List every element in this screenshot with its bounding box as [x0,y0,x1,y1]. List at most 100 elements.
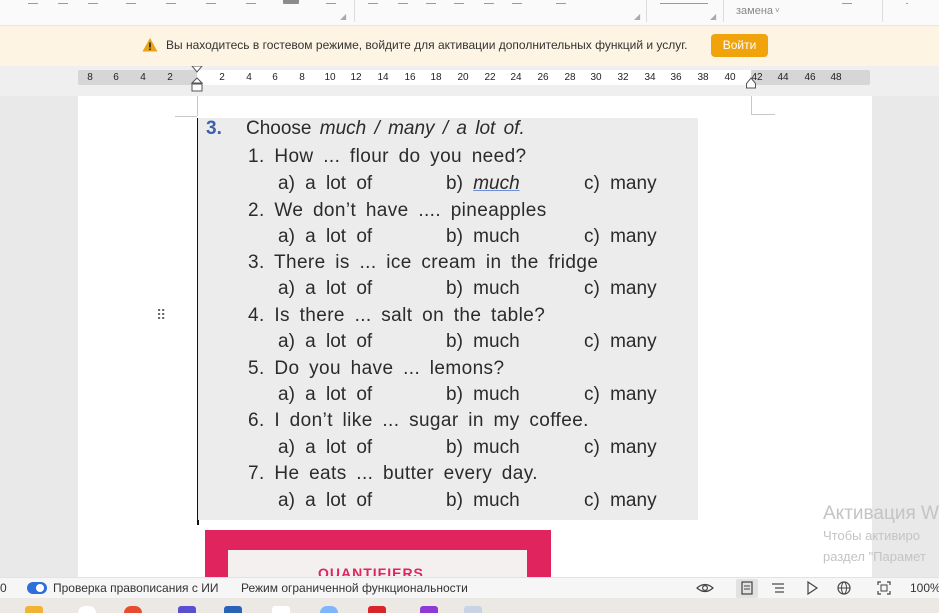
quantifiers-heading: QUANTIFIERS [318,566,424,576]
file-explorer-icon[interactable] [25,606,43,613]
highlight-icon[interactable] [206,0,216,4]
ruler-number: 10 [324,72,336,83]
styles-group-expand-icon[interactable]: ◢ [710,13,716,21]
replace-button-label[interactable]: замена [736,5,773,17]
font-group-expand-icon[interactable]: ◢ [340,13,346,21]
indent-marker-icon[interactable] [191,66,203,94]
distribute-icon[interactable] [484,0,494,4]
align-center-icon[interactable] [398,0,408,4]
justify-icon[interactable] [454,0,464,4]
align-left-icon[interactable] [368,0,378,4]
page-view-icon[interactable] [738,580,756,596]
fit-page-icon[interactable] [875,580,893,596]
option-a: a) a lot of [278,331,373,352]
exercise-image[interactable]: 3. Choose much / many / a lot of. 1. How… [198,118,698,520]
borders-icon[interactable] [556,0,566,4]
option-a: a) a lot of [278,226,373,247]
option-b: b) much [446,226,520,247]
ruler-number: 22 [484,72,496,83]
play-icon[interactable] [803,580,821,596]
browser-icon[interactable] [124,606,142,613]
outline-view-icon[interactable] [769,580,787,596]
font-color-icon[interactable] [246,0,256,4]
paragraph-group-expand-icon[interactable]: ◢ [634,13,640,21]
ruler-number: 4 [140,72,146,83]
option-c: c) many [584,490,657,511]
toolbar-divider [354,0,355,22]
guest-mode-banner: Вы находитесь в гостевом режиме, войдите… [0,26,939,66]
activation-watermark-line: Чтобы активиро [823,528,921,543]
spellcheck-word: much [473,173,520,194]
option-a: a) a lot of [278,384,373,405]
option-b: b) much [446,278,520,299]
ruler-number: 32 [617,72,629,83]
ruler-number: 16 [404,72,416,83]
exercise-number: 3. [206,118,222,139]
option-a: a) a lot of [278,490,373,511]
question: 2. We don’t have .... pineapples [248,200,547,221]
line-spacing-icon[interactable] [512,0,522,4]
ruler-number: 38 [697,72,709,83]
zoom-level[interactable]: 100% [910,581,939,595]
limited-mode-label: Режим ограниченной функциональности [241,581,468,595]
notes-icon[interactable] [272,606,290,613]
option-c: c) many [584,226,657,247]
ruler-number: 30 [590,72,602,83]
question: 7. He eats ... butter every day. [248,463,538,484]
exercise-title: Choose much / many / a lot of. [246,118,525,139]
ruler-number: 26 [537,72,549,83]
drag-handle-icon[interactable]: ⠿ [156,308,166,322]
align-right-icon[interactable] [426,0,436,4]
ruler-number: 44 [777,72,789,83]
ruler-number: 46 [804,72,816,83]
ruler-number: 28 [564,72,576,83]
pin-ribbon-icon[interactable] [906,0,908,4]
activation-watermark-line: раздел "Парамет [823,549,926,564]
option-b: b) much [446,331,520,352]
superscript-icon[interactable] [166,0,176,4]
ruler-number: 8 [299,72,305,83]
warning-icon [142,38,158,52]
option-c: c) many [584,384,657,405]
styles-gallery[interactable] [660,0,708,4]
eye-icon[interactable] [696,580,714,596]
page-counter[interactable]: 0 [0,581,7,595]
login-button[interactable]: Войти [711,34,768,57]
option-c: c) many [584,331,657,352]
shading-swatch[interactable] [283,0,299,4]
ruler-number: 18 [430,72,442,83]
option-b: b) much [446,490,520,511]
app-icon[interactable] [178,606,196,613]
margin-corner-mark [197,96,198,116]
clear-format-icon[interactable] [326,0,336,4]
strikethrough-icon[interactable] [126,0,136,4]
ribbon-toolbar: ◢ ◢ ◢ замена ˅ [0,0,939,26]
office-icon[interactable] [368,606,386,613]
dictation-icon[interactable] [842,0,852,4]
ruler-number: 12 [350,72,362,83]
store-icon[interactable] [224,606,242,613]
margin-corner-mark [175,116,197,117]
question: 5. Do you have ... lemons? [248,358,505,379]
bold-icon[interactable] [28,0,38,4]
copilot-icon[interactable] [320,606,338,613]
toolbar-divider [646,0,647,22]
chrome-icon[interactable] [78,606,96,613]
question: 6. I don’t like ... sugar in my coffee. [248,410,589,431]
ruler-text-area [197,70,751,85]
italic-icon[interactable] [58,0,68,4]
taskbar [0,598,939,613]
ruler-number: 2 [167,72,173,83]
option-a: a) a lot of [278,278,373,299]
underline-icon[interactable] [88,0,98,4]
option-c: c) many [584,173,657,194]
chevron-down-icon[interactable]: ˅ [775,6,780,15]
toggle-knob [36,584,44,592]
ruler-number: 40 [724,72,736,83]
option-b: b) much [446,173,520,194]
right-indent-marker-icon[interactable] [746,77,756,89]
web-layout-icon[interactable] [835,580,853,596]
ai-spellcheck-label[interactable]: Проверка правописания с ИИ [53,581,218,595]
media-icon[interactable] [420,606,438,613]
window-icon[interactable] [464,606,482,613]
